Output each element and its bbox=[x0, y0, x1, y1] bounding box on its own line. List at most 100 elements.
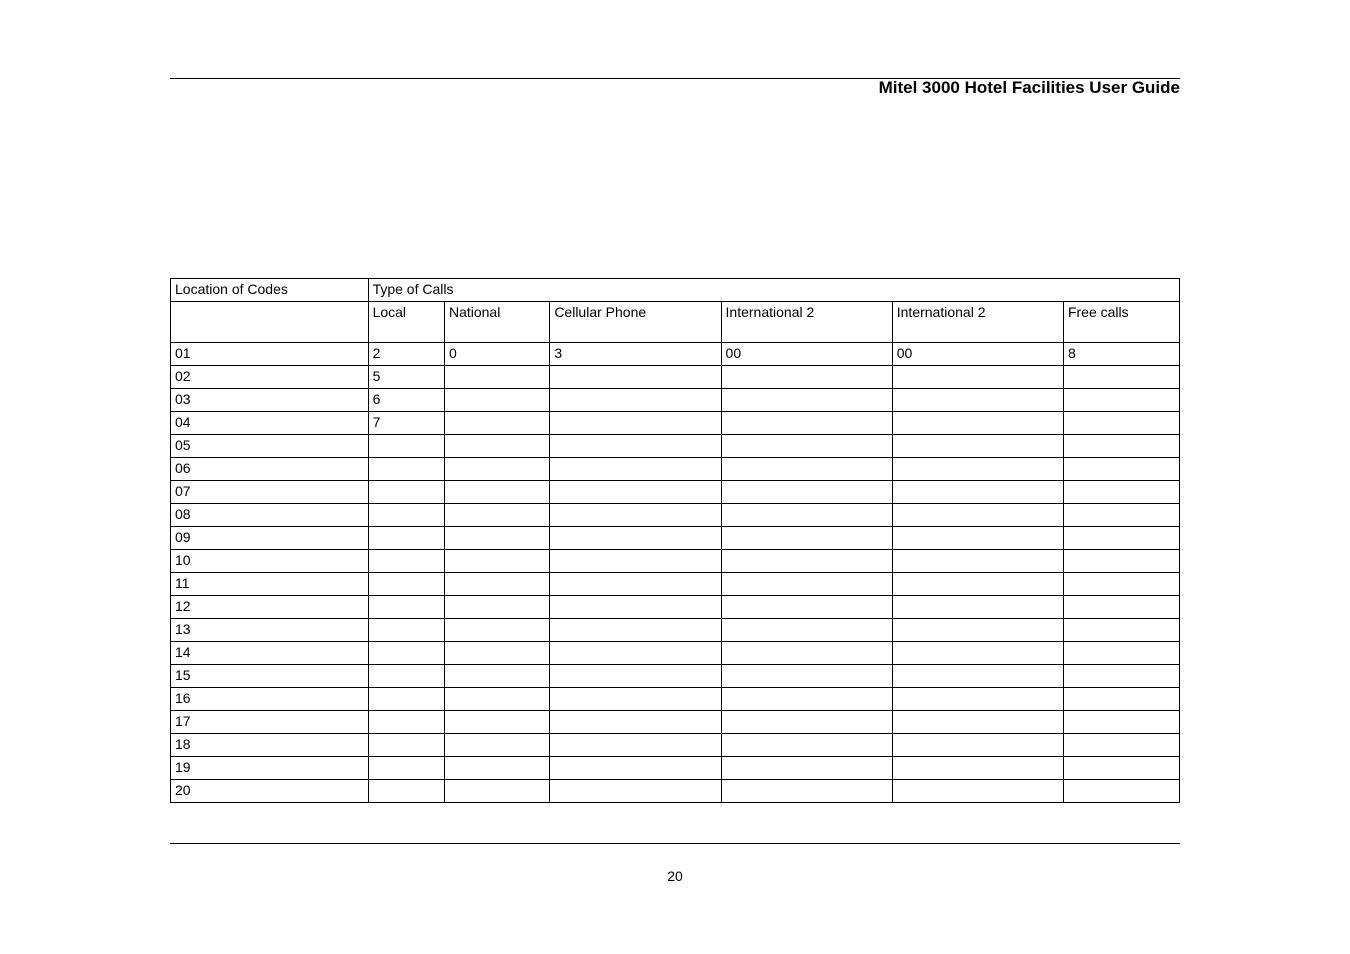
cell-local bbox=[368, 550, 444, 573]
cell-loc: 03 bbox=[171, 389, 369, 412]
cell-loc: 06 bbox=[171, 458, 369, 481]
cell-intl1 bbox=[721, 619, 892, 642]
table-row: 11 bbox=[171, 573, 1180, 596]
cell-national: 0 bbox=[444, 343, 549, 366]
cell-loc: 09 bbox=[171, 527, 369, 550]
cell-national bbox=[444, 780, 549, 803]
cell-cellular bbox=[550, 573, 721, 596]
cell-free bbox=[1063, 504, 1179, 527]
cell-loc: 15 bbox=[171, 665, 369, 688]
cell-local bbox=[368, 619, 444, 642]
cell-loc: 02 bbox=[171, 366, 369, 389]
cell-local bbox=[368, 734, 444, 757]
cell-national bbox=[444, 688, 549, 711]
cell-intl2 bbox=[892, 711, 1063, 734]
cell-national bbox=[444, 619, 549, 642]
codes-table-wrap: Location of Codes Type of Calls Local Na… bbox=[170, 278, 1180, 803]
cell-intl1: 00 bbox=[721, 343, 892, 366]
footer-divider bbox=[170, 843, 1180, 844]
cell-national bbox=[444, 481, 549, 504]
cell-local: 5 bbox=[368, 366, 444, 389]
cell-loc: 13 bbox=[171, 619, 369, 642]
table-row: 036 bbox=[171, 389, 1180, 412]
cell-intl1 bbox=[721, 527, 892, 550]
cell-free bbox=[1063, 527, 1179, 550]
cell-loc: 11 bbox=[171, 573, 369, 596]
table-header-row-1: Location of Codes Type of Calls bbox=[171, 279, 1180, 302]
cell-intl1 bbox=[721, 780, 892, 803]
cell-free bbox=[1063, 550, 1179, 573]
cell-free: 8 bbox=[1063, 343, 1179, 366]
cell-national bbox=[444, 550, 549, 573]
cell-local bbox=[368, 757, 444, 780]
cell-intl1 bbox=[721, 412, 892, 435]
table-row: 18 bbox=[171, 734, 1180, 757]
cell-local bbox=[368, 435, 444, 458]
cell-intl1 bbox=[721, 688, 892, 711]
cell-intl1 bbox=[721, 573, 892, 596]
cell-local bbox=[368, 711, 444, 734]
table-row: 17 bbox=[171, 711, 1180, 734]
cell-intl2 bbox=[892, 412, 1063, 435]
cell-loc: 08 bbox=[171, 504, 369, 527]
table-row: 0120300008 bbox=[171, 343, 1180, 366]
cell-free bbox=[1063, 481, 1179, 504]
cell-loc: 12 bbox=[171, 596, 369, 619]
cell-cellular bbox=[550, 504, 721, 527]
header-blank bbox=[171, 302, 369, 343]
table-row: 12 bbox=[171, 596, 1180, 619]
cell-loc: 10 bbox=[171, 550, 369, 573]
cell-free bbox=[1063, 412, 1179, 435]
cell-intl2 bbox=[892, 757, 1063, 780]
cell-national bbox=[444, 665, 549, 688]
cell-intl1 bbox=[721, 550, 892, 573]
cell-local bbox=[368, 573, 444, 596]
cell-national bbox=[444, 458, 549, 481]
cell-loc: 17 bbox=[171, 711, 369, 734]
cell-cellular bbox=[550, 481, 721, 504]
cell-cellular bbox=[550, 757, 721, 780]
page-footer: 20 bbox=[170, 843, 1180, 884]
cell-national bbox=[444, 389, 549, 412]
cell-free bbox=[1063, 734, 1179, 757]
table-row: 07 bbox=[171, 481, 1180, 504]
cell-national bbox=[444, 711, 549, 734]
cell-intl1 bbox=[721, 734, 892, 757]
cell-free bbox=[1063, 458, 1179, 481]
header-free: Free calls bbox=[1063, 302, 1179, 343]
cell-local bbox=[368, 596, 444, 619]
cell-local bbox=[368, 665, 444, 688]
cell-loc: 04 bbox=[171, 412, 369, 435]
cell-loc: 20 bbox=[171, 780, 369, 803]
cell-intl2 bbox=[892, 734, 1063, 757]
cell-free bbox=[1063, 619, 1179, 642]
cell-intl2 bbox=[892, 665, 1063, 688]
table-row: 08 bbox=[171, 504, 1180, 527]
cell-intl2 bbox=[892, 596, 1063, 619]
cell-intl1 bbox=[721, 458, 892, 481]
page-header: Mitel 3000 Hotel Facilities User Guide bbox=[170, 78, 1180, 138]
cell-intl2 bbox=[892, 366, 1063, 389]
cell-national bbox=[444, 504, 549, 527]
header-intl2: International 2 bbox=[892, 302, 1063, 343]
cell-local bbox=[368, 688, 444, 711]
cell-loc: 19 bbox=[171, 757, 369, 780]
table-row: 16 bbox=[171, 688, 1180, 711]
cell-intl2 bbox=[892, 458, 1063, 481]
cell-cellular bbox=[550, 550, 721, 573]
cell-intl1 bbox=[721, 711, 892, 734]
cell-cellular bbox=[550, 527, 721, 550]
cell-cellular bbox=[550, 734, 721, 757]
header-type-of-calls: Type of Calls bbox=[368, 279, 1179, 302]
table-row: 05 bbox=[171, 435, 1180, 458]
cell-cellular bbox=[550, 642, 721, 665]
cell-intl1 bbox=[721, 665, 892, 688]
document-title: Mitel 3000 Hotel Facilities User Guide bbox=[879, 78, 1180, 98]
cell-national bbox=[444, 642, 549, 665]
cell-free bbox=[1063, 366, 1179, 389]
cell-free bbox=[1063, 757, 1179, 780]
cell-intl1 bbox=[721, 389, 892, 412]
cell-intl2 bbox=[892, 688, 1063, 711]
cell-national bbox=[444, 527, 549, 550]
cell-intl2 bbox=[892, 527, 1063, 550]
